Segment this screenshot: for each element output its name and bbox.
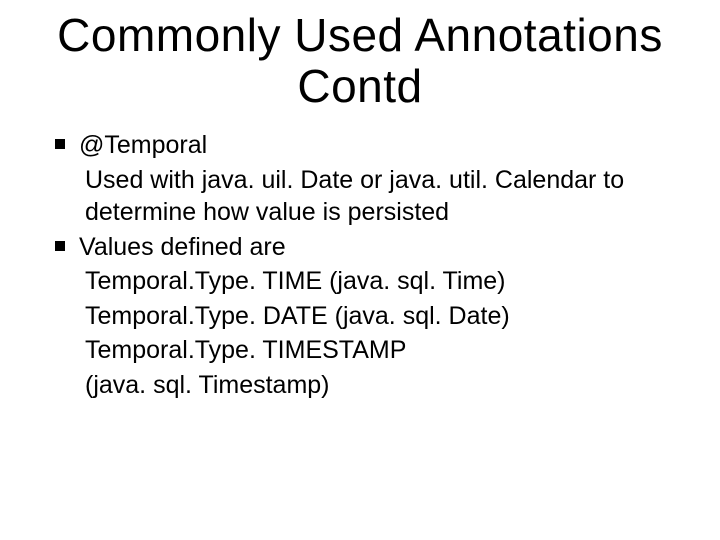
slide-content: @Temporal Used with java. uil. Date or j… — [30, 129, 690, 401]
square-bullet-icon — [55, 139, 65, 149]
slide-title: Commonly Used Annotations Contd — [30, 10, 690, 111]
bullet-subtext: Used with java. uil. Date or java. util.… — [55, 164, 690, 229]
slide-container: Commonly Used Annotations Contd @Tempora… — [0, 0, 720, 540]
bullet-subtext: Temporal.Type. TIME (java. sql. Time) — [55, 265, 690, 298]
bullet-label: Values defined are — [79, 231, 286, 264]
square-bullet-icon — [55, 241, 65, 251]
bullet-subtext: Temporal.Type. DATE (java. sql. Date) — [55, 300, 690, 333]
bullet-subtext: (java. sql. Timestamp) — [55, 369, 690, 402]
bullet-subtext: Temporal.Type. TIMESTAMP — [55, 334, 690, 367]
bullet-item: Values defined are — [55, 231, 690, 264]
bullet-label: @Temporal — [79, 129, 207, 162]
bullet-item: @Temporal — [55, 129, 690, 162]
